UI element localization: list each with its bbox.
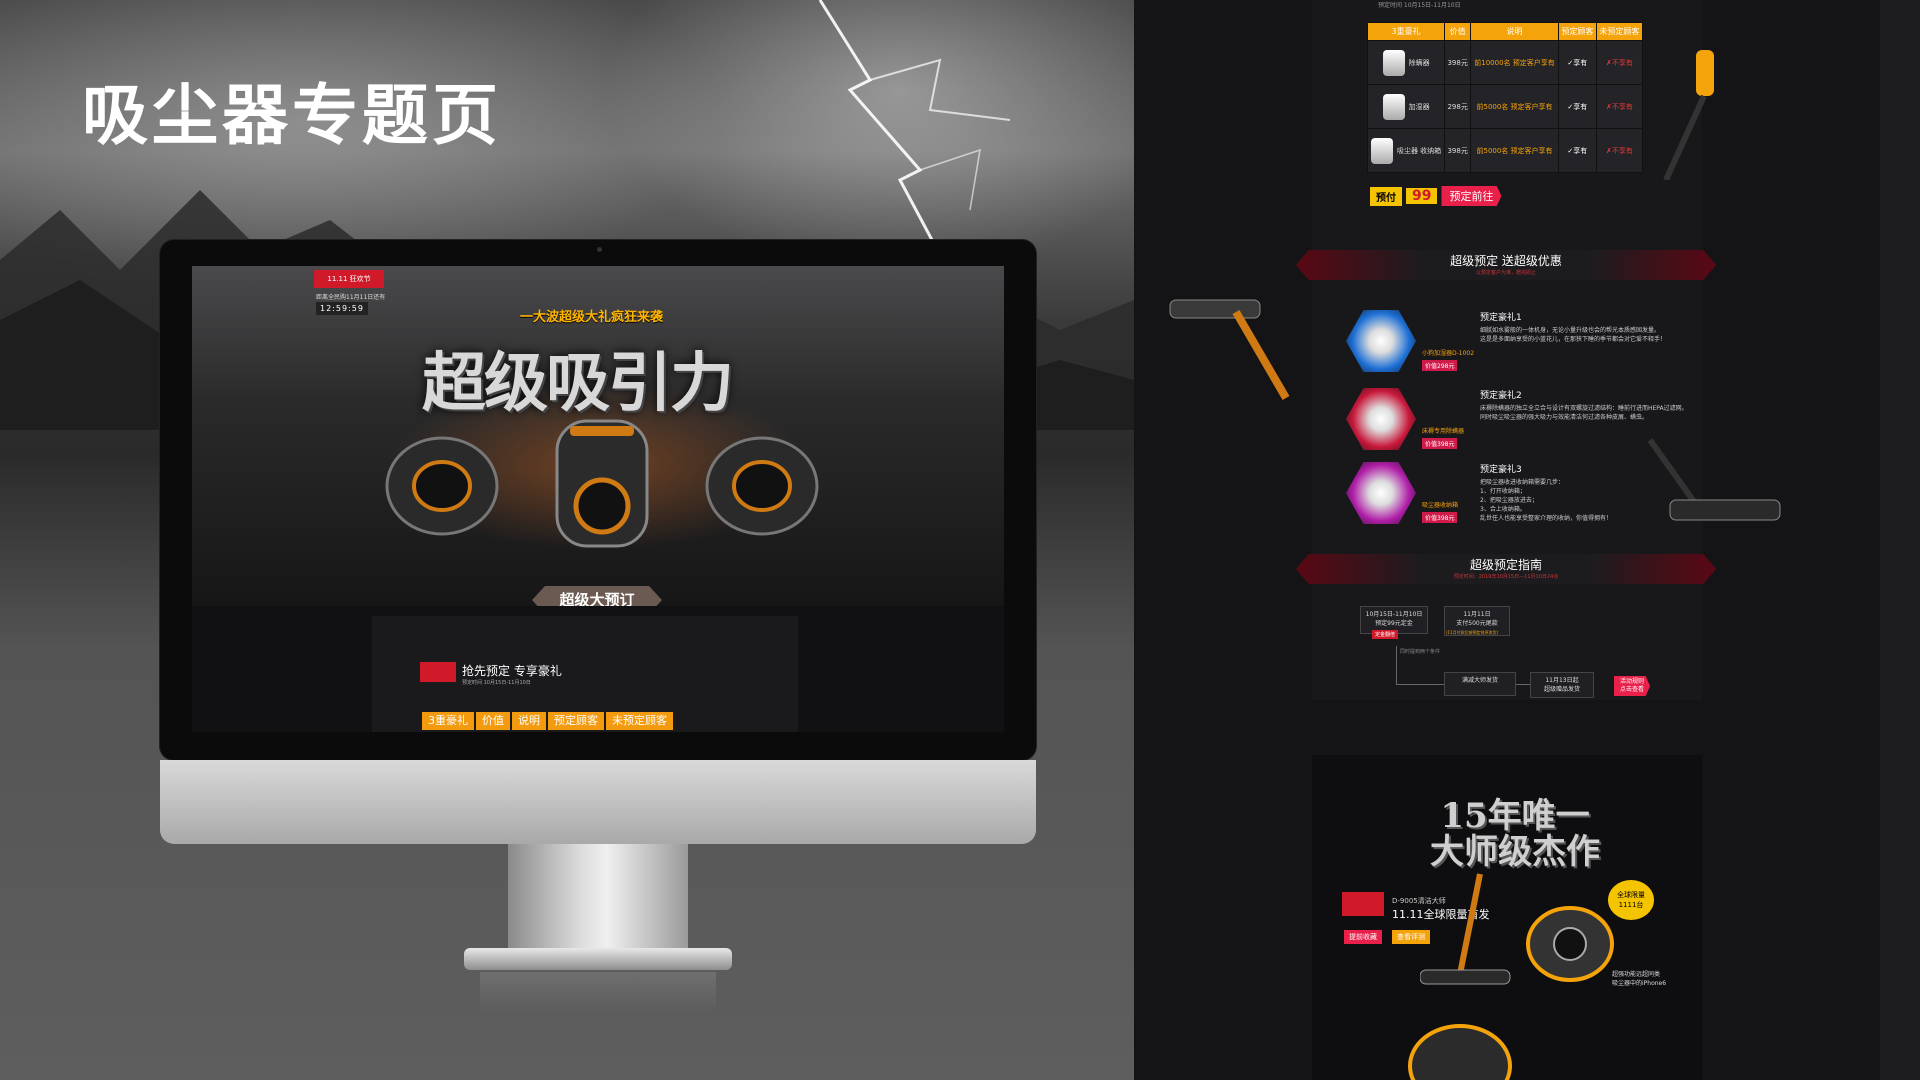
flow-step-balance-tag: (11月付款后按预定排序发货) [1446, 630, 1499, 635]
countdown-timer: 12:59:59 [316, 302, 368, 315]
product-name: 除螨器 [1408, 58, 1430, 67]
gifts-section-subtitle: 以预定客户为准，赠完即止 [1475, 270, 1536, 276]
gift-price: 价值298元 [1422, 360, 1458, 371]
unbooked-status: ✗不享有 [1595, 40, 1644, 85]
table-row: 加湿器 298元 前5000名 预定客户享有 ✓享有 ✗不享有 [1366, 84, 1644, 129]
flow-connector [1396, 684, 1444, 685]
canister-vacuum-icon [1420, 873, 1614, 985]
favorite-button[interactable]: 提前收藏 [1344, 930, 1382, 944]
gift-title: 预定豪礼1 [1480, 313, 1522, 323]
mite-remover-icon [1382, 49, 1405, 76]
flow-connector [1516, 684, 1530, 685]
showcase-canvas: 吸尘器专题页 11.11 狂欢节 距离全民购11月11日还有 12:59:59 … [0, 0, 1920, 1080]
preorder-date: 预定时间 10月15日-11月10日 [462, 680, 531, 686]
tab-gifts[interactable]: 3重豪礼 [422, 712, 474, 730]
unbooked-status: ✗不享有 [1595, 128, 1644, 173]
gift-name: 吸尘器收纳箱 [1422, 502, 1459, 509]
tab-description[interactable]: 说明 [512, 712, 546, 730]
gift-description: 细腻如水雾般的一体机身，无论小量升级也会的帮光本质感固发量。 这是是多面纳享受的… [1480, 327, 1667, 343]
gift-title: 预定豪礼2 [1480, 391, 1522, 401]
gift-price: 价值398元 [1422, 438, 1458, 449]
camera-icon [597, 247, 602, 252]
table-row: 吸尘器 收纳箱 398元 前5000名 预定客户享有 ✓享有 ✗不享有 [1366, 128, 1644, 173]
prepay-amount: 99 [1406, 188, 1438, 204]
flow-step-deposit-tag: 定金翻倍 [1372, 630, 1399, 639]
monitor-base [464, 948, 732, 970]
gift-item-2: 床褥专用除螨器 价值398元 预定豪礼2 床褥除螨器的独立全立合与设计有双螺旋过… [1342, 388, 1688, 458]
gift-item-1: 小狗加湿器D-1002 价值298元 预定豪礼1 细腻如水雾般的一体机身，无论小… [1342, 310, 1682, 380]
vacuum-product-images [385, 419, 819, 548]
go-preorder-button[interactable]: 预定前往 [1441, 186, 1502, 206]
brand-logo-small [1342, 892, 1384, 916]
flow-step-ship: 满减大师发货 [1444, 672, 1516, 696]
humidifier-icon [1346, 310, 1416, 372]
rules-link-button[interactable]: 活动规则 点击查看 [1614, 676, 1651, 696]
vacuum-center-icon [555, 419, 649, 548]
product-note: 前5000名 预定客户享有 [1470, 128, 1559, 173]
gift-name: 小狗加湿器D-1002 [1422, 350, 1475, 357]
prepay-label: 预付 [1370, 186, 1402, 206]
product-value: 398元 [1444, 40, 1472, 85]
gift-name: 床褥专用除螨器 [1422, 428, 1465, 435]
unbooked-status: ✗不享有 [1595, 84, 1644, 129]
gifts-section-ribbon: 超级预定 送超级优惠 以预定客户为准，赠完即止 [1296, 250, 1716, 280]
monitor-screen: 11.11 狂欢节 距离全民购11月11日还有 12:59:59 一大波超级大礼… [192, 266, 1004, 732]
gift-description: 床褥除螨器的独立全立合与设计有双螺旋过滤结构：睡前行进而HEPA过滤网。 同时吸… [1480, 405, 1688, 421]
storage-box-icon [1346, 462, 1416, 524]
vacuum-right-icon [705, 436, 819, 536]
product-value: 298元 [1444, 84, 1472, 129]
table-header: 说明 [1470, 22, 1559, 41]
flow-mid-note: 同时提到两个条件 [1400, 649, 1441, 655]
tab-booked[interactable]: 预定顾客 [548, 712, 604, 730]
table-header: 未预定顾客 [1595, 22, 1644, 41]
guide-subtitle: 预定时间：2019年10月15日—11月10日24点 [1453, 574, 1559, 580]
product-note: 前10000名 预定客户享有 [1470, 40, 1559, 85]
right-edge-strip [1880, 0, 1920, 1080]
stick-vacuum-icon [1663, 50, 1714, 180]
tab-not-booked[interactable]: 未预定顾客 [606, 712, 673, 730]
tab-value[interactable]: 价值 [476, 712, 510, 730]
countdown-label: 距离全民购11月11日还有 [316, 294, 386, 301]
table-header: 预定顾客 [1557, 22, 1597, 41]
product-value: 398元 [1444, 128, 1472, 173]
product-note: 前5000名 预定客户享有 [1470, 84, 1559, 129]
monitor-stand [508, 844, 688, 964]
table-header: 价值 [1444, 22, 1472, 41]
vacuum-left-icon [385, 436, 499, 536]
stand-reflection [480, 972, 716, 1012]
guide-title: 超级预定指南 [1469, 558, 1542, 572]
table-header: 3重豪礼 [1366, 22, 1446, 41]
gift-comparison-table: 3重豪礼 价值 说明 预定顾客 未预定顾客 除螨器 398元 前10000名 预… [1366, 22, 1644, 173]
gift-table-header: 3重豪礼 价值 说明 预定顾客 未预定顾客 [422, 712, 673, 730]
brand-logo-small [420, 662, 456, 682]
preorder-title: 抢先预定 专享豪礼 [462, 664, 562, 678]
gift-description: 把吸尘器收进收纳箱需要几步： 1、打开收纳箱； 2、把吸尘器放进去； 3、合上收… [1480, 479, 1613, 522]
mite-remover-icon [1346, 388, 1416, 450]
flow-connector [1396, 646, 1397, 684]
prepay-bar: 预付 99 预定前往 [1370, 186, 1502, 206]
product-name: 吸尘器 收纳箱 [1396, 146, 1442, 155]
page-title: 吸尘器专题页 [82, 77, 502, 154]
booked-status: ✓享有 [1557, 40, 1597, 85]
gifts-section-title: 超级预定 送超级优惠 [1450, 254, 1562, 268]
stick-vacuum-icon [1169, 299, 1290, 401]
storage-box-icon [1370, 137, 1393, 164]
humidifier-icon [1382, 93, 1405, 120]
monitor-chin [160, 760, 1036, 844]
brand-badge[interactable]: 11.11 狂欢节 [314, 270, 384, 288]
gift-price: 价值398元 [1422, 512, 1458, 523]
table-row: 除螨器 398元 前10000名 预定客户享有 ✓享有 ✗不享有 [1366, 40, 1644, 85]
guide-section-ribbon: 超级预定指南 预定时间：2019年10月15日—11月10日24点 [1296, 554, 1716, 584]
feature-note: 超强功能远超同类 吸尘器中的iPhone6 [1612, 971, 1667, 987]
gift-item-3: 吸尘器收纳箱 价值398元 预定豪礼3 把吸尘器收进收纳箱需要几步： 1、打开收… [1342, 462, 1682, 532]
product-name: 加湿器 [1408, 102, 1430, 111]
flow-step-gift-ship: 11月13日起 超级赠品发货 [1530, 672, 1594, 698]
canister-vacuum-icon [1408, 1024, 1512, 1080]
booked-status: ✓享有 [1557, 128, 1597, 173]
top-date: 预定时间 10月15日-11月10日 [1378, 2, 1461, 9]
booked-status: ✓享有 [1557, 84, 1597, 129]
promo-banner-text: 一大波超级大礼疯狂来袭 [520, 310, 664, 325]
masterpiece-headline: 15年唯一 大师级杰作 [1430, 796, 1600, 872]
gift-title: 预定豪礼3 [1480, 465, 1522, 475]
